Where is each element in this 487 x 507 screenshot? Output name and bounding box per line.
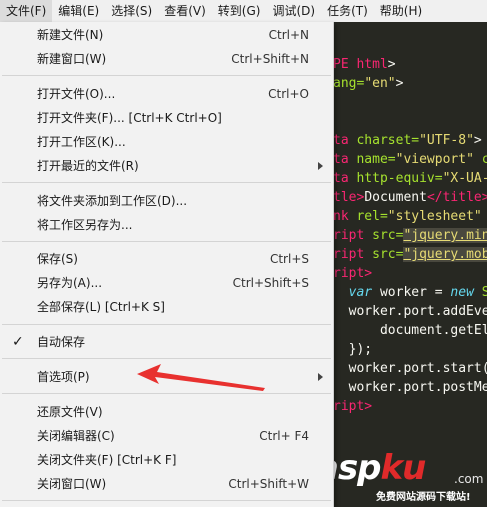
menu-item-add-folder-to-workspace[interactable]: 将文件夹添加到工作区(D)... [0, 189, 333, 213]
menu-item-save[interactable]: 保存(S) Ctrl+S [0, 247, 333, 271]
code-line: worker.port.addEvent [348, 304, 487, 319]
menu-item-new-window[interactable]: 新建窗口(W) Ctrl+Shift+N [0, 47, 333, 71]
menu-separator [2, 393, 331, 394]
code-line: document.getEler [379, 323, 487, 338]
code-line: }); [348, 342, 373, 357]
menu-item-close-folder[interactable]: 关闭文件夹(F) [Ctrl+K F] [0, 448, 333, 472]
menu-bar: 文件(F) 编辑(E) 选择(S) 查看(V) 转到(G) 调试(D) 任务(T… [0, 0, 487, 23]
menu-item-revert-file[interactable]: 还原文件(V) [0, 400, 333, 424]
chevron-right-icon [318, 373, 323, 381]
menu-separator [2, 182, 331, 183]
chevron-right-icon [318, 162, 323, 170]
code-line: var worker = new Sha [348, 285, 487, 300]
menu-item-save-as[interactable]: 另存为(A)... Ctrl+Shift+S [0, 271, 333, 295]
menu-file[interactable]: 文件(F) [0, 0, 53, 22]
menu-item-open-file[interactable]: 打开文件(O)... Ctrl+O [0, 82, 333, 106]
menu-item-close-window[interactable]: 关闭窗口(W) Ctrl+Shift+W [0, 472, 333, 496]
checkmark-icon: ✓ [12, 334, 24, 350]
menu-item-open-folder[interactable]: 打开文件夹(F)... [Ctrl+K Ctrl+O] [0, 106, 333, 130]
menu-separator [2, 358, 331, 359]
watermark-domain: .com [454, 472, 484, 486]
menu-item-new-file[interactable]: 新建文件(N) Ctrl+N [0, 23, 333, 47]
menu-item-auto-save[interactable]: ✓ 自动保存 [0, 330, 333, 354]
code-line: ript> [333, 266, 373, 281]
menu-separator [2, 500, 331, 501]
menu-go[interactable]: 转到(G) [212, 0, 267, 22]
menu-view[interactable]: 查看(V) [158, 0, 212, 22]
aspku-watermark: aspku .com 免费网站源码下载站! [316, 448, 487, 507]
code-line: ta http-equiv="X-UA-C [333, 171, 487, 186]
code-line: ta name="viewport" co [333, 152, 487, 167]
menu-separator [2, 75, 331, 76]
menu-item-open-workspace[interactable]: 打开工作区(K)... [0, 130, 333, 154]
code-line: ript> [333, 399, 373, 414]
menu-item-close-editor[interactable]: 关闭编辑器(C) Ctrl+ F4 [0, 424, 333, 448]
menu-edit[interactable]: 编辑(E) [52, 0, 105, 22]
code-line: worker.port.postMess [348, 380, 487, 395]
menu-tasks[interactable]: 任务(T) [321, 0, 374, 22]
menu-debug[interactable]: 调试(D) [266, 0, 321, 22]
code-line: ript src="jquery.min. [333, 226, 487, 245]
menu-item-save-workspace-as[interactable]: 将工作区另存为... [0, 213, 333, 237]
code-line: tle>Document</title> [333, 190, 487, 205]
menu-separator [2, 241, 331, 242]
menu-selection[interactable]: 选择(S) [105, 0, 158, 22]
code-line: ang="en"> [333, 76, 404, 91]
menu-item-save-all[interactable]: 全部保存(L) [Ctrl+K S] [0, 295, 333, 319]
code-line: ript src="jquery.mobi [333, 245, 487, 264]
code-line: nk rel="stylesheet" h [333, 209, 482, 224]
menu-item-open-recent[interactable]: 打开最近的文件(R) [0, 154, 333, 178]
watermark-tagline: 免费网站源码下载站! [376, 492, 471, 503]
red-arrow-annotation [137, 364, 265, 391]
file-menu-dropdown: 新建文件(N) Ctrl+N 新建窗口(W) Ctrl+Shift+N 打开文件… [0, 22, 334, 507]
code-line: ta charset="UTF-8"> [333, 133, 482, 148]
code-line: worker.port.start(); [348, 361, 487, 376]
code-line: PE html> [333, 57, 396, 72]
code-editor[interactable]: PE html> ang="en"> ta charset="UTF-8"> t… [333, 22, 487, 507]
menu-help[interactable]: 帮助(H) [374, 0, 428, 22]
menu-separator [2, 324, 331, 325]
